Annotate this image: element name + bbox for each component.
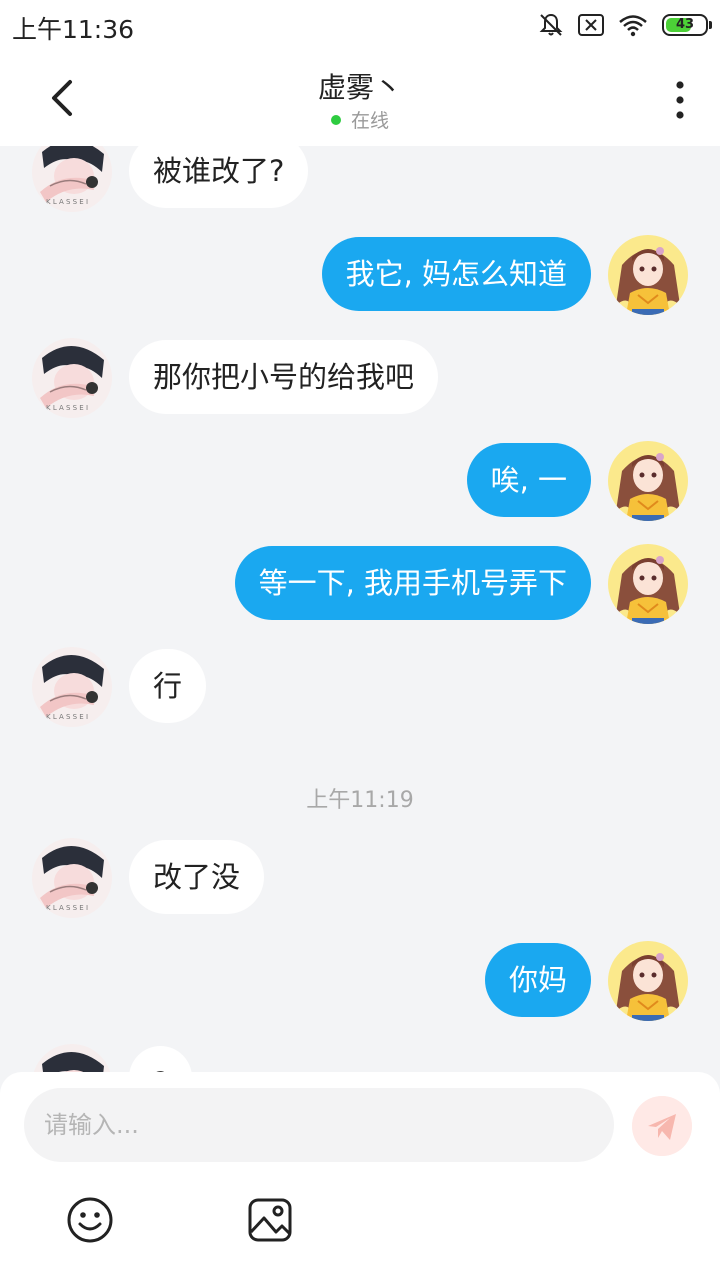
message-row: 我它, 妈怎么知道 (0, 237, 720, 317)
more-vertical-icon[interactable] (670, 80, 690, 120)
message-row: 你妈 (0, 943, 720, 1023)
message-bubble-incoming[interactable]: 被谁改了? (129, 146, 309, 208)
battery-level: 43 (675, 17, 695, 32)
message-timestamp: 上午11:19 (306, 788, 414, 813)
presence-label: 在线 (350, 110, 389, 132)
contact-avatar[interactable] (32, 1044, 112, 1072)
battery-icon: 43 (662, 14, 712, 36)
message-input[interactable]: 请输入... (24, 1088, 614, 1162)
message-list[interactable]: 被谁改了? 我它, 妈怎么知道 那你把小号的给我吧 唉, 一 等一下, 我用手机… (0, 146, 720, 1072)
send-icon[interactable] (632, 1096, 692, 1156)
wifi-icon (619, 15, 647, 37)
my-avatar[interactable] (608, 941, 688, 1021)
contact-name: 虚雾丶 (317, 71, 402, 104)
message-bubble-incoming[interactable]: ? (129, 1046, 193, 1072)
image-icon[interactable] (246, 1196, 294, 1244)
message-bubble-outgoing[interactable]: 唉, 一 (466, 443, 591, 517)
my-avatar[interactable] (608, 441, 688, 521)
my-avatar[interactable] (608, 544, 688, 624)
contact-avatar[interactable] (32, 647, 112, 727)
chat-header: 虚雾丶 在线 (0, 52, 720, 146)
message-bubble-outgoing[interactable]: 等一下, 我用手机号弄下 (234, 546, 591, 620)
composer: 请输入... (0, 1072, 720, 1280)
status-bar: 上午11:36 43 (0, 0, 720, 52)
message-row: ? (0, 1046, 720, 1072)
status-time: 上午11:36 (12, 15, 135, 44)
message-bubble-incoming[interactable]: 那你把小号的给我吧 (129, 340, 439, 414)
online-dot (330, 114, 341, 125)
status-icons: 43 (538, 10, 712, 40)
no-sim-icon (578, 14, 604, 36)
message-row: 那你把小号的给我吧 (0, 340, 720, 420)
my-avatar[interactable] (608, 235, 688, 315)
contact-avatar[interactable] (32, 338, 112, 418)
message-row: 行 (0, 649, 720, 729)
message-row: 改了没 (0, 840, 720, 920)
message-bubble-outgoing[interactable]: 你妈 (484, 943, 591, 1017)
message-row: 唉, 一 (0, 443, 720, 523)
contact-avatar[interactable] (32, 838, 112, 918)
message-bubble-outgoing[interactable]: 我它, 妈怎么知道 (321, 237, 591, 311)
mute-icon (539, 13, 563, 36)
presence-status: 在线 (0, 106, 720, 133)
emoji-icon[interactable] (66, 1196, 114, 1244)
contact-avatar[interactable] (32, 146, 112, 212)
message-bubble-incoming[interactable]: 行 (129, 649, 207, 723)
message-row: 被谁改了? (0, 146, 720, 214)
message-row: 等一下, 我用手机号弄下 (0, 546, 720, 626)
message-bubble-incoming[interactable]: 改了没 (129, 840, 265, 914)
